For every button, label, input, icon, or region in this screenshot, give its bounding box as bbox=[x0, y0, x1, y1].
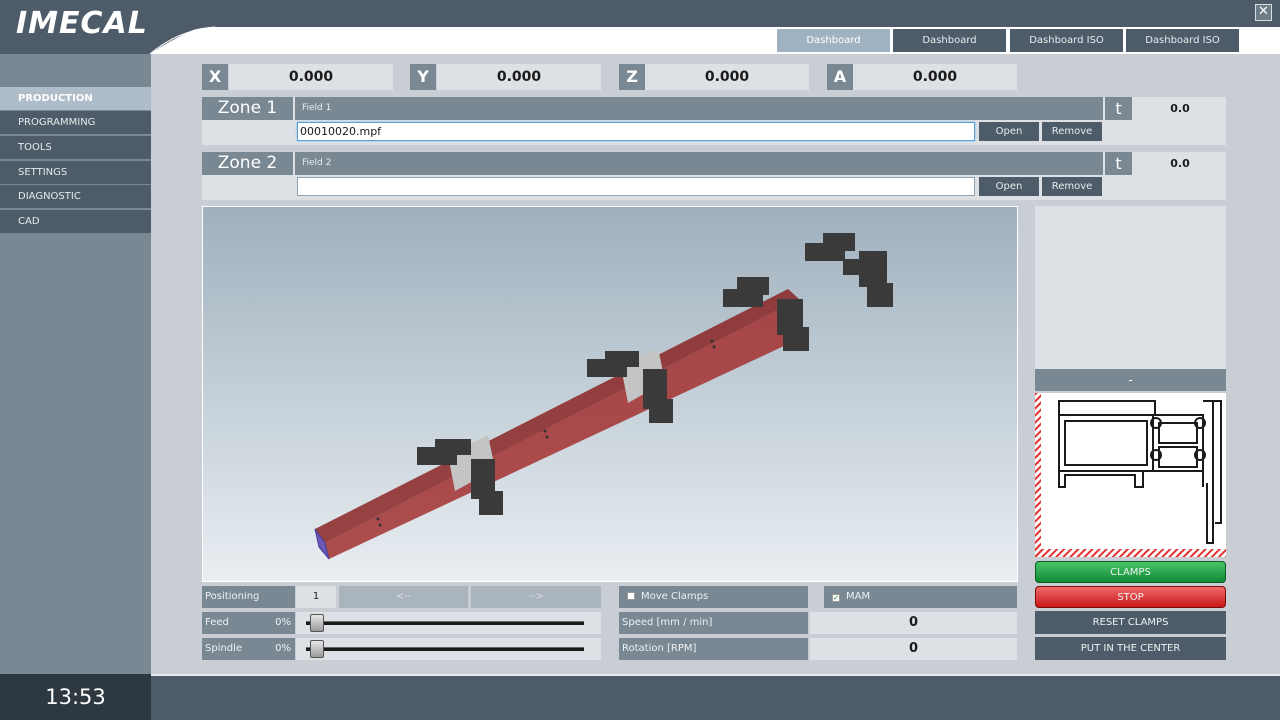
bar-top-face bbox=[315, 289, 799, 543]
zone-2-open-button[interactable]: Open bbox=[979, 177, 1039, 196]
sidebar-item-tools[interactable]: TOOLS bbox=[0, 136, 151, 159]
axis-y-value: 0.000 bbox=[437, 64, 601, 90]
clamps-button[interactable]: CLAMPS bbox=[1035, 561, 1226, 583]
profile-section-view bbox=[1035, 393, 1226, 557]
tab-dashboard[interactable]: Dashboard bbox=[777, 29, 890, 52]
zone-2-file-input[interactable] bbox=[297, 177, 975, 196]
zone-1-open-button[interactable]: Open bbox=[979, 122, 1039, 141]
axis-a-value: 0.000 bbox=[853, 64, 1017, 90]
workpiece-render bbox=[314, 233, 893, 560]
speed-label: Speed [mm / min] bbox=[619, 612, 808, 634]
preview-panel bbox=[1035, 206, 1226, 369]
spindle-slider[interactable] bbox=[296, 638, 601, 660]
clock: 13:53 bbox=[0, 674, 151, 720]
zone-1-remove-button[interactable]: Remove bbox=[1042, 122, 1102, 141]
sidebar-item-production[interactable]: PRODUCTION bbox=[0, 87, 151, 110]
positioning-label: Positioning bbox=[202, 586, 295, 608]
reset-clamps-button[interactable]: RESET CLAMPS bbox=[1035, 611, 1226, 634]
spindle-slider-track bbox=[306, 647, 584, 651]
spindle-percent: 0% bbox=[275, 643, 291, 654]
mam-label: MAM bbox=[846, 591, 871, 602]
axis-z-value: 0.000 bbox=[645, 64, 809, 90]
axis-x-value: 0.000 bbox=[229, 64, 393, 90]
move-clamps-checkbox[interactable]: Move Clamps bbox=[619, 586, 808, 608]
feed-label: Feed bbox=[205, 617, 229, 628]
speed-value: 0 bbox=[810, 612, 1017, 634]
close-icon[interactable]: ✕ bbox=[1255, 4, 1272, 21]
feed-slider-handle[interactable] bbox=[310, 614, 324, 632]
zone-1-title: Zone 1 bbox=[202, 97, 293, 120]
zone-1-time-value: 0.0 bbox=[1170, 102, 1190, 115]
sidebar-item-programming[interactable]: PROGRAMMING bbox=[0, 111, 151, 134]
feed-slider-track bbox=[306, 621, 584, 625]
machine-3d-viewport[interactable] bbox=[202, 206, 1018, 582]
positioning-value[interactable]: 1 bbox=[296, 586, 336, 608]
axis-a-label: A bbox=[827, 64, 853, 90]
feed-label-cell: Feed 0% bbox=[202, 612, 295, 634]
positioning-next-button[interactable]: --> bbox=[471, 586, 601, 608]
move-clamps-label: Move Clamps bbox=[641, 591, 709, 602]
profile-caption: - bbox=[1035, 369, 1226, 391]
axis-x-label: X bbox=[202, 64, 228, 90]
sidebar-item-cad[interactable]: CAD bbox=[0, 210, 151, 233]
zone-1-file-input[interactable]: 00010020.mpf bbox=[297, 122, 975, 141]
clamp-4 bbox=[805, 233, 893, 307]
tab-dashboard-2[interactable]: Dashboard bbox=[893, 29, 1006, 52]
sidebar-item-settings[interactable]: SETTINGS bbox=[0, 161, 151, 184]
move-clamps-checkbox-icon[interactable] bbox=[627, 592, 635, 600]
axis-y-label: Y bbox=[410, 64, 436, 90]
stop-button[interactable]: STOP bbox=[1035, 586, 1226, 608]
zone-2-remove-button[interactable]: Remove bbox=[1042, 177, 1102, 196]
zone-1-time-label: t bbox=[1105, 97, 1132, 120]
rotation-label: Rotation [RPM] bbox=[619, 638, 808, 660]
tab-dashboard-iso[interactable]: Dashboard ISO bbox=[1010, 29, 1123, 52]
zone-1-field-header: Field 1 bbox=[295, 97, 1103, 120]
mam-checkbox[interactable]: ✓ MAM bbox=[824, 586, 1017, 608]
tab-dashboard-iso-2[interactable]: Dashboard ISO bbox=[1126, 29, 1239, 52]
spindle-slider-handle[interactable] bbox=[310, 640, 324, 658]
profile-drawing bbox=[1035, 393, 1226, 557]
feed-percent: 0% bbox=[275, 617, 291, 628]
bottom-status-bar bbox=[0, 674, 1280, 720]
feed-slider[interactable] bbox=[296, 612, 601, 634]
sidebar-item-diagnostic[interactable]: DIAGNOSTIC bbox=[0, 185, 151, 208]
spindle-label: Spindle bbox=[205, 643, 243, 654]
zone-2-field-header: Field 2 bbox=[295, 152, 1103, 175]
zone-2-title: Zone 2 bbox=[202, 152, 293, 175]
put-in-center-button[interactable]: PUT IN THE CENTER bbox=[1035, 637, 1226, 660]
axis-z-label: Z bbox=[619, 64, 645, 90]
zone-2-time-value: 0.0 bbox=[1170, 157, 1190, 170]
imecal-logo: IMECAL bbox=[16, 6, 148, 41]
bar-side-face bbox=[325, 299, 803, 559]
positioning-prev-button[interactable]: <-- bbox=[339, 586, 468, 608]
rotation-value: 0 bbox=[810, 638, 1017, 660]
spindle-label-cell: Spindle 0% bbox=[202, 638, 295, 660]
zone-2-time-label: t bbox=[1105, 152, 1132, 175]
mam-checkbox-icon[interactable]: ✓ bbox=[832, 594, 840, 602]
